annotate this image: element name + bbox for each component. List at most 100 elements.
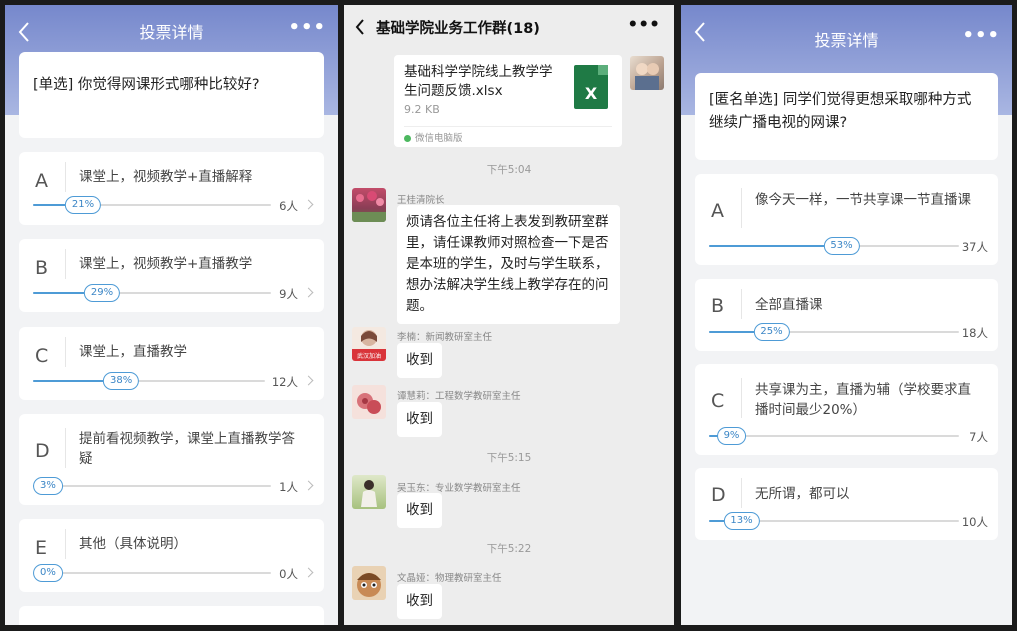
chevron-right-icon — [303, 480, 314, 491]
vote-count: 37人 — [961, 240, 988, 254]
more-icon[interactable]: ••• — [627, 15, 660, 35]
percent-badge: 25% — [753, 323, 790, 341]
vote-count: 1人 — [279, 480, 298, 494]
divider — [741, 188, 742, 228]
file-size: 9.2 KB — [404, 103, 440, 116]
progress-track: 25% — [709, 323, 959, 341]
option-text: 提前看视频教学，课堂上直播教学答疑 — [79, 431, 295, 467]
percent-badge: 3% — [33, 477, 63, 495]
percent-badge: 9% — [716, 427, 747, 445]
option-text: 课堂上，直播教学 — [79, 344, 187, 360]
rose-avatar-icon — [357, 393, 381, 414]
self-avatar-icon — [635, 63, 659, 90]
vote-count: 12人 — [271, 375, 298, 389]
vote-count: 9人 — [279, 287, 298, 301]
file-source: 微信电脑版 — [404, 130, 463, 144]
sender-name: 王桂清院长 — [397, 195, 445, 206]
percent-badge: 38% — [103, 372, 140, 390]
progress-track: 29% — [33, 284, 271, 302]
message-bubble[interactable]: 烦请各位主任将上表发到教研室群里，请任课教师对照检查一下是否是本班的学生，及时与… — [397, 205, 620, 324]
sender-name: 文晶娅：物理教研室主任 — [397, 573, 502, 584]
timestamp: 下午5:04 — [486, 164, 532, 176]
sender-name: 李楠：新闻教研室主任 — [397, 332, 493, 343]
poll-option-d[interactable]: D 无所谓，都可以 13% 10人 — [695, 468, 998, 540]
chat-header: 基础学院业务工作群(18) ••• — [344, 5, 674, 49]
option-text: 像今天一样，一节共享课一节直播课 — [755, 192, 971, 208]
progress-track: 38% — [33, 372, 265, 390]
excel-file-icon: X — [574, 65, 608, 109]
option-letter: C — [711, 390, 725, 412]
option-text: 课堂上，视频教学+直播教学 — [79, 256, 253, 272]
flowers-avatar-icon — [352, 191, 386, 222]
divider — [65, 162, 66, 192]
progress-fill — [709, 245, 842, 247]
option-text: 课堂上，视频教学+直播解释 — [79, 169, 253, 185]
more-icon[interactable]: ••• — [962, 25, 1000, 46]
poll-option-b[interactable]: B 全部直播课 25% 18人 — [695, 279, 998, 351]
option-text: 共享课为主，直播为辅（学校要求直播时间最少20%） — [755, 382, 971, 418]
poll-option-e[interactable]: E 其他（具体说明） 0% 0人 — [19, 519, 324, 592]
poll-option-b[interactable]: B 课堂上，视频教学+直播教学 29% 9人 — [19, 239, 324, 312]
left-poll-screen: 投票详情 ••• [单选] 你觉得网课形式哪种比较好? A 课堂上，视频教学+直… — [5, 5, 338, 625]
poll-option-partial[interactable] — [19, 606, 324, 625]
option-letter: D — [711, 484, 726, 506]
option-letter: B — [35, 257, 49, 279]
divider — [65, 249, 66, 279]
avatar[interactable]: 武汉加油 — [352, 327, 386, 361]
progress-track: 21% — [33, 196, 271, 214]
vote-count: 18人 — [961, 326, 988, 340]
option-letter: B — [711, 295, 725, 317]
poll-option-c[interactable]: C 共享课为主，直播为辅（学校要求直播时间最少20%） 9% 7人 — [695, 364, 998, 455]
vote-count: 10人 — [961, 515, 988, 529]
right-poll-screen: 投票详情 ••• [匿名单选] 同学们觉得更想采取哪种方式继续广播电视的网课? … — [681, 5, 1012, 625]
chat-title: 基础学院业务工作群(18) — [376, 21, 540, 37]
file-message[interactable]: 基础科学学院线上教学学生问题反馈.xlsx 9.2 KB X 微信电脑版 — [394, 55, 622, 147]
chat-screen: 基础学院业务工作群(18) ••• 基础科学学院线上教学学生问题反馈.xlsx … — [344, 5, 674, 625]
poll-option-d[interactable]: D 提前看视频教学，课堂上直播教学答疑 3% 1人 — [19, 414, 324, 505]
timestamp: 下午5:15 — [486, 452, 532, 464]
poll-option-a[interactable]: A 像今天一样，一节共享课一节直播课 53% 37人 — [695, 174, 998, 265]
sender-name: 谭慧莉：工程数学教研室主任 — [397, 391, 521, 402]
divider — [65, 337, 66, 367]
option-text: 无所谓，都可以 — [755, 486, 850, 502]
divider — [741, 289, 742, 319]
percent-badge: 0% — [33, 564, 63, 582]
message-bubble[interactable]: 收到 — [397, 343, 442, 378]
progress-track: 3% — [33, 477, 271, 495]
avatar[interactable] — [352, 188, 386, 222]
option-letter: A — [35, 170, 48, 192]
avatar[interactable] — [352, 475, 386, 509]
option-letter: C — [35, 345, 49, 367]
option-letter: D — [35, 440, 50, 462]
divider — [65, 428, 66, 468]
message-bubble[interactable]: 收到 — [397, 493, 442, 528]
option-letter: A — [711, 200, 724, 222]
progress-track: 9% — [709, 427, 959, 445]
progress-track: 13% — [709, 512, 959, 530]
avatar[interactable] — [630, 56, 664, 90]
more-icon[interactable]: ••• — [288, 17, 326, 38]
vote-count: 0人 — [279, 567, 298, 581]
divider — [65, 529, 66, 559]
percent-badge: 21% — [64, 196, 102, 214]
divider — [741, 478, 742, 508]
avatar[interactable] — [352, 566, 386, 600]
option-text: 全部直播课 — [755, 297, 823, 313]
poll-option-c[interactable]: C 课堂上，直播教学 38% 12人 — [19, 327, 324, 400]
back-icon[interactable] — [354, 19, 366, 35]
vote-count: 7人 — [969, 430, 988, 444]
poll-option-a[interactable]: A 课堂上，视频教学+直播解释 21% 6人 — [19, 152, 324, 225]
avatar[interactable] — [352, 385, 386, 419]
progress-track: 53% — [709, 237, 959, 255]
vote-count: 6人 — [279, 199, 298, 213]
message-bubble[interactable]: 收到 — [397, 402, 442, 437]
person-avatar-icon — [361, 480, 377, 507]
message-bubble[interactable]: 收到 — [397, 584, 442, 619]
poll-question: [匿名单选] 同学们觉得更想采取哪种方式继续广播电视的网课? — [695, 73, 998, 160]
divider — [741, 378, 742, 418]
chevron-right-icon — [303, 199, 314, 210]
chevron-right-icon — [303, 375, 314, 386]
progress-track: 0% — [33, 564, 271, 582]
percent-badge: 29% — [83, 284, 121, 302]
percent-badge: 13% — [723, 512, 760, 530]
